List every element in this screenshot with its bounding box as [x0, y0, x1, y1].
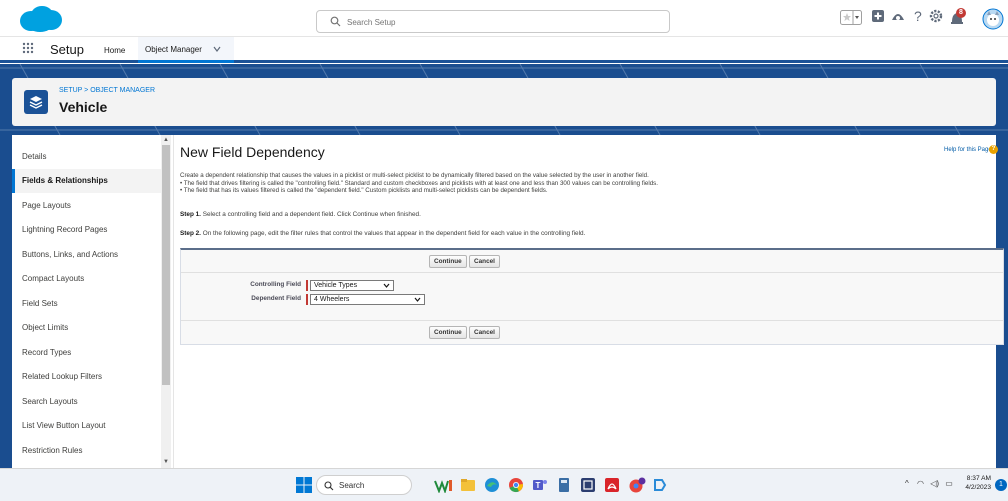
global-search-box[interactable]: [316, 10, 670, 33]
description-line: • The field that drives filtering is cal…: [180, 179, 658, 187]
svg-text:T: T: [536, 481, 541, 490]
notification-center-badge[interactable]: 1: [995, 479, 1007, 491]
widgets-icon[interactable]: [434, 477, 452, 495]
help-circle-icon[interactable]: ?: [989, 145, 998, 154]
object-sidebar: Details Fields & Relationships Page Layo…: [12, 135, 174, 468]
notifications-bell-icon[interactable]: 8: [948, 8, 968, 28]
nav-tab-home[interactable]: Home: [104, 46, 125, 55]
app-navigation-bar: Setup Home Object Manager: [0, 37, 1008, 63]
global-search-input[interactable]: [347, 14, 647, 30]
sidebar-item-record-types[interactable]: Record Types: [12, 341, 162, 365]
top-button-row: Continue Cancel: [181, 250, 1003, 272]
help-for-this-page-link[interactable]: Help for this Page: [944, 147, 992, 153]
breadcrumb[interactable]: SETUP > OBJECT MANAGER: [59, 87, 155, 94]
chevron-down-icon: [383, 283, 390, 288]
chevron-up-icon[interactable]: ^: [905, 479, 909, 488]
nav-tab-object-manager[interactable]: Object Manager: [138, 37, 234, 63]
continue-button-top[interactable]: Continue: [429, 255, 467, 268]
divider: [181, 272, 1003, 273]
setup-gear-icon[interactable]: [928, 8, 948, 28]
power-automate-icon[interactable]: [652, 477, 668, 493]
favorites-star-icon[interactable]: [840, 8, 862, 28]
sidebar-item-restriction-rules[interactable]: Restriction Rules: [12, 439, 162, 463]
help-question-icon[interactable]: ?: [910, 8, 930, 28]
content-card: Details Fields & Relationships Page Layo…: [12, 135, 1004, 468]
body-background: Details Fields & Relationships Page Layo…: [0, 135, 1008, 468]
bottom-button-row: Continue Cancel: [181, 321, 1003, 343]
trailhead-guidance-icon[interactable]: [890, 8, 910, 28]
step-2-text: Step 2. On the following page, edit the …: [180, 230, 586, 237]
clock-time: 8:37 AM: [966, 475, 991, 482]
snipping-tool-icon[interactable]: [580, 477, 596, 493]
object-title: Vehicle: [59, 99, 108, 115]
edge-browser-icon[interactable]: [484, 477, 500, 493]
description-line: • The field that has its values filtered…: [180, 187, 548, 195]
volume-icon[interactable]: ◁): [930, 479, 939, 488]
nav-tab-object-manager-label: Object Manager: [145, 45, 202, 54]
required-indicator: [306, 294, 308, 305]
object-stack-icon: [24, 90, 48, 114]
file-explorer-icon[interactable]: [460, 477, 476, 493]
clock-date: 4/2/2023: [965, 484, 991, 491]
object-header-card: SETUP > OBJECT MANAGER Vehicle: [12, 78, 996, 126]
sidebar-item-related-lookup-filters[interactable]: Related Lookup Filters: [12, 365, 162, 389]
battery-icon[interactable]: ▭: [945, 479, 953, 488]
chrome-browser-icon[interactable]: [508, 477, 524, 493]
windows-taskbar: Search T ^ ◠ ◁) ▭ 8:37 AM 4/2/2023 1: [0, 468, 1008, 501]
sidebar-item-search-layouts[interactable]: Search Layouts: [12, 390, 162, 414]
page-title: New Field Dependency: [180, 144, 325, 160]
setup-banner: SETUP > OBJECT MANAGER Vehicle: [0, 64, 1008, 135]
sidebar-item-lightning-record-pages[interactable]: Lightning Record Pages: [12, 218, 162, 242]
controlling-field-select[interactable]: Vehicle Types: [310, 280, 394, 291]
scroll-down-arrow-icon[interactable]: ▼: [162, 458, 170, 466]
field-dependency-form: Continue Cancel Controlling Field Vehicl…: [180, 248, 1004, 345]
sidebar-item-object-limits[interactable]: Object Limits: [12, 316, 162, 340]
global-header: ? 8: [0, 0, 1008, 37]
scroll-up-arrow-icon[interactable]: ▲: [162, 136, 170, 144]
sidebar-item-details[interactable]: Details: [12, 145, 162, 169]
required-indicator: [306, 280, 308, 291]
header-utility-icons: ? 8: [840, 8, 1008, 30]
dependent-field-select[interactable]: 4 Wheelers: [310, 294, 425, 305]
chevron-down-icon[interactable]: [212, 44, 222, 54]
chrome-profile-icon[interactable]: [628, 477, 646, 493]
cancel-button-bottom[interactable]: Cancel: [469, 326, 500, 339]
sidebar-scrollbar[interactable]: ▲ ▼: [161, 135, 171, 468]
main-content: New Field Dependency Help for this Page …: [180, 135, 1004, 468]
taskbar-search[interactable]: Search: [316, 475, 412, 495]
step-1-text: Step 1. Select a controlling field and a…: [180, 211, 421, 218]
sidebar-item-buttons-links-actions[interactable]: Buttons, Links, and Actions: [12, 243, 162, 267]
sidebar-item-page-layouts[interactable]: Page Layouts: [12, 194, 162, 218]
windows-start-icon[interactable]: [296, 477, 312, 493]
notification-count-badge: 8: [959, 9, 963, 16]
sidebar-item-compact-layouts[interactable]: Compact Layouts: [12, 267, 162, 291]
cancel-button-top[interactable]: Cancel: [469, 255, 500, 268]
controlling-field-label: Controlling Field: [250, 281, 301, 288]
acrobat-reader-icon[interactable]: [604, 477, 620, 493]
description: Create a dependent relationship that cau…: [180, 172, 1000, 195]
sidebar-item-field-sets[interactable]: Field Sets: [12, 292, 162, 316]
svg-text:?: ?: [914, 8, 922, 24]
salesforce-logo-icon[interactable]: [16, 5, 64, 33]
search-icon: [330, 16, 341, 27]
description-line: Create a dependent relationship that cau…: [180, 172, 649, 179]
scrollbar-thumb[interactable]: [162, 145, 170, 385]
global-actions-plus-icon[interactable]: [870, 8, 890, 28]
wifi-icon[interactable]: ◠: [917, 479, 924, 488]
calculator-icon[interactable]: [556, 477, 572, 493]
chevron-down-icon: [414, 297, 421, 302]
teams-icon[interactable]: T: [532, 477, 548, 493]
continue-button-bottom[interactable]: Continue: [429, 326, 467, 339]
dependent-field-label: Dependent Field: [251, 295, 301, 302]
sidebar-item-list-view-button-layout[interactable]: List View Button Layout: [12, 414, 162, 438]
user-avatar-icon[interactable]: [982, 8, 1004, 30]
sidebar-item-fields-relationships[interactable]: Fields & Relationships: [12, 169, 162, 193]
taskbar-search-label: Search: [339, 481, 365, 490]
app-name: Setup: [50, 42, 84, 57]
system-tray[interactable]: ^ ◠ ◁) ▭: [905, 479, 953, 488]
search-icon: [324, 481, 334, 491]
app-launcher-waffle-icon[interactable]: [22, 42, 34, 54]
taskbar-clock[interactable]: 8:37 AM 4/2/2023: [955, 474, 991, 492]
